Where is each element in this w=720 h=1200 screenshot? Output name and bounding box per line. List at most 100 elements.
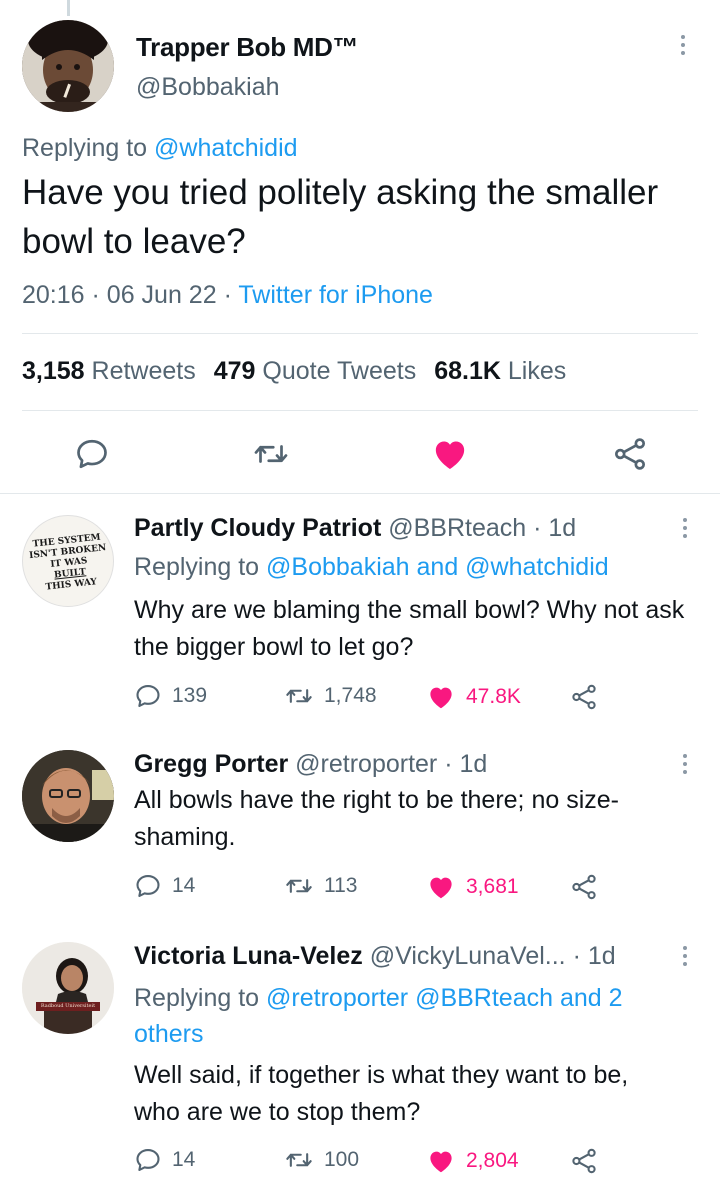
author-name[interactable]: Gregg Porter [134, 750, 288, 778]
more-icon[interactable] [683, 518, 687, 538]
mention-link[interactable]: @whatchidid [154, 134, 298, 162]
reply-count: 14 [172, 874, 196, 897]
retweet-icon [284, 1146, 314, 1174]
avatar-sign: THE SYSTEM ISN'T BROKEN IT WAS BUILT THI… [23, 531, 113, 595]
reply-icon [134, 872, 162, 900]
author-name[interactable]: Victoria Luna-Velez [134, 942, 363, 970]
divider [0, 493, 720, 494]
separator-dot: · [572, 942, 588, 970]
more-icon[interactable] [683, 754, 687, 774]
tweet-time[interactable]: 1d [588, 942, 616, 970]
reply-actions: 14 113 3,681 [134, 872, 614, 902]
avatar[interactable]: THE SYSTEM ISN'T BROKEN IT WAS BUILT THI… [22, 515, 114, 607]
reply-count: 139 [172, 684, 208, 707]
engagement-stats: 3,158 Retweets 479 Quote Tweets 68.1K Like… [22, 357, 566, 386]
avatar[interactable]: Radboud Universiteit [22, 942, 114, 1034]
avatar-image [22, 750, 114, 842]
replying-prefix: Replying to [134, 984, 267, 1012]
author-handle[interactable]: @VickyLunaVel... [370, 942, 566, 970]
reply-action[interactable]: 139 [134, 682, 207, 710]
quotes-stat[interactable]: 479 Quote Tweets [214, 357, 416, 385]
replying-prefix: Replying to [134, 553, 267, 581]
heart-icon [426, 682, 456, 712]
like-count: 2,804 [466, 1149, 519, 1172]
author-handle[interactable]: @retroporter [295, 750, 437, 778]
like-action[interactable]: 3,681 [426, 872, 519, 902]
reply-actions: 139 1,748 47.8K [134, 682, 614, 712]
divider [22, 333, 698, 334]
more-icon[interactable] [683, 946, 687, 966]
tweet-date[interactable]: 06 Jun 22 [107, 281, 217, 309]
reply-action[interactable]: 14 [134, 1146, 195, 1174]
retweet-count: 1,748 [324, 684, 377, 707]
reply-header: Victoria Luna-Velez @VickyLunaVel... · 1… [134, 942, 616, 971]
retweets-count: 3,158 [22, 357, 85, 385]
likes-count: 68.1K [434, 357, 501, 385]
share-icon[interactable] [570, 683, 598, 711]
reply-action[interactable]: 14 [134, 872, 195, 900]
retweet-action[interactable]: 100 [284, 1146, 359, 1174]
sign-line: THIS WAY [45, 577, 98, 593]
retweet-icon [284, 682, 314, 710]
avatar-image [22, 942, 114, 1034]
reply-header: Partly Cloudy Patriot @BBRteach · 1d [134, 514, 576, 543]
replying-prefix: Replying to [22, 134, 155, 162]
reply-icon [134, 1146, 162, 1174]
heart-icon[interactable] [430, 434, 470, 474]
author-handle[interactable]: @BBRteach [388, 514, 526, 542]
share-icon[interactable] [612, 436, 648, 472]
retweet-icon [284, 872, 314, 900]
divider [22, 410, 698, 411]
tweet-text: Why are we blaming the small bowl? Why n… [134, 596, 685, 661]
quotes-label: Quote Tweets [262, 357, 417, 385]
tweet-text: All bowls have the right to be there; no… [134, 786, 619, 851]
author-name[interactable]: Trapper Bob MD™ [136, 32, 359, 63]
separator-dot: · [91, 281, 107, 309]
reply-icon[interactable] [74, 436, 110, 472]
avatar[interactable] [22, 20, 114, 112]
retweet-count: 113 [324, 874, 358, 897]
tweet-source[interactable]: Twitter for iPhone [238, 281, 433, 309]
retweet-icon[interactable] [252, 436, 290, 472]
replying-to: Replying to @retroporter @BBRteach and 2… [134, 980, 684, 1052]
tweet-time[interactable]: 1d [459, 750, 487, 778]
more-icon[interactable] [681, 35, 685, 55]
reply-icon [134, 682, 162, 710]
like-count: 3,681 [466, 875, 519, 898]
share-icon[interactable] [570, 873, 598, 901]
author-name[interactable]: Partly Cloudy Patriot [134, 514, 381, 542]
retweet-action[interactable]: 1,748 [284, 682, 377, 710]
separator-dot: · [444, 750, 460, 778]
reply-actions: 14 100 2,804 [134, 1146, 614, 1176]
like-count: 47.8K [466, 685, 521, 708]
heart-icon [426, 1146, 456, 1176]
retweet-action[interactable]: 113 [284, 872, 357, 900]
tweet-meta: 20:16 · 06 Jun 22 · Twitter for iPhone [22, 281, 433, 310]
avatar-image [22, 20, 114, 112]
retweet-count: 100 [324, 1148, 360, 1171]
heart-icon [426, 872, 456, 902]
separator-dot: · [533, 514, 549, 542]
replying-to: Replying to @Bobbakiah and @whatchidid [134, 553, 609, 582]
like-action[interactable]: 2,804 [426, 1146, 519, 1176]
retweets-label: Retweets [91, 357, 196, 385]
likes-stat[interactable]: 68.1K Likes [434, 357, 566, 385]
avatar[interactable] [22, 750, 114, 842]
separator-dot: · [223, 281, 239, 309]
mention-link[interactable]: @Bobbakiah and @whatchidid [266, 553, 609, 581]
retweets-stat[interactable]: 3,158 Retweets [22, 357, 196, 385]
thread-connector-line [67, 0, 70, 16]
tweet-text: Have you tried politely asking the small… [22, 173, 659, 261]
reply-count: 14 [172, 1148, 196, 1171]
share-icon[interactable] [570, 1147, 598, 1175]
like-action[interactable]: 47.8K [426, 682, 521, 712]
replying-to: Replying to @whatchidid [22, 134, 298, 163]
tweet-time[interactable]: 20:16 [22, 281, 85, 309]
avatar-banner: Radboud Universiteit [40, 1003, 96, 1009]
likes-label: Likes [507, 357, 567, 385]
quotes-count: 479 [213, 357, 256, 385]
tweet-time[interactable]: 1d [548, 514, 576, 542]
reply-header: Gregg Porter @retroporter · 1d [134, 750, 487, 779]
author-handle[interactable]: @Bobbakiah [136, 73, 280, 102]
tweet-text: Well said, if together is what they want… [134, 1061, 629, 1126]
